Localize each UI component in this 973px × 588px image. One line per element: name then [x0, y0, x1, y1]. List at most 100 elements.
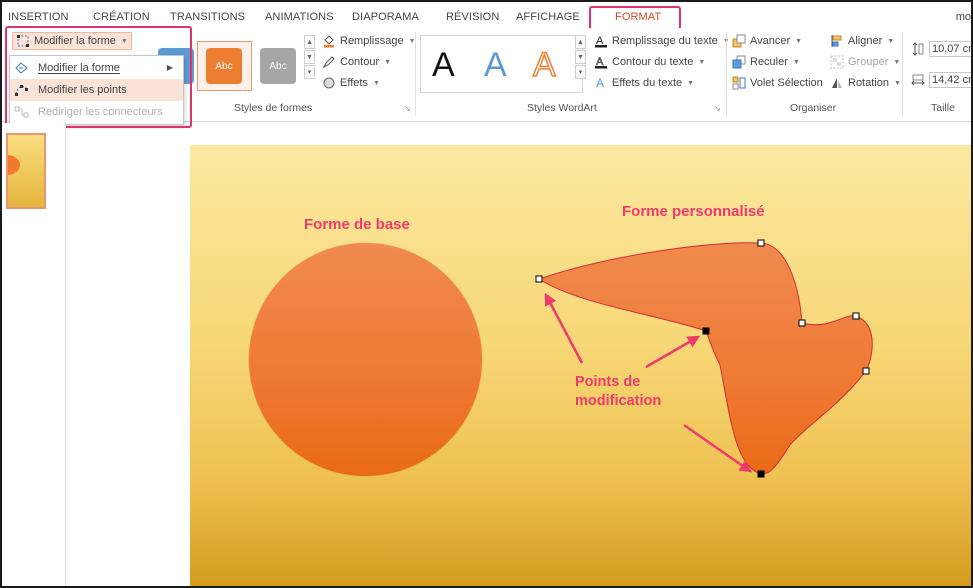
- thumbnail-shape: [8, 155, 20, 175]
- shape-style-gray[interactable]: Abc: [260, 48, 296, 84]
- gallery-more-icon[interactable]: ▾: [304, 65, 315, 79]
- rotate-button[interactable]: Rotation ▼: [830, 76, 901, 90]
- bring-forward-label: Avancer: [750, 35, 791, 47]
- bring-forward-icon: [732, 34, 746, 48]
- selection-pane-label: Volet Sélection: [750, 77, 823, 89]
- arrow-to-middle-point: [645, 335, 701, 369]
- shape-effects-button[interactable]: Effets ▼: [322, 76, 380, 90]
- send-backward-icon: [732, 55, 746, 69]
- tab-animations[interactable]: ANIMATIONS: [265, 11, 334, 23]
- chevron-down-icon: ▼: [887, 37, 895, 45]
- text-effects-label: Effets du texte: [612, 77, 683, 89]
- gallery-more-icon[interactable]: ▾: [575, 65, 586, 79]
- text-outline-label: Contour du texte: [612, 56, 694, 68]
- edit-point-handle[interactable]: [535, 275, 543, 283]
- edit-point-handle[interactable]: [862, 367, 870, 375]
- gallery-down-icon[interactable]: ▼: [304, 50, 315, 64]
- slide-thumbnail-pane: [2, 123, 66, 586]
- edit-points-annotation[interactable]: Points de modification: [575, 373, 661, 411]
- rotate-icon: [832, 78, 842, 88]
- edit-point-handle[interactable]: [702, 327, 710, 335]
- selection-pane-icon: [732, 76, 746, 90]
- group-separator: [902, 32, 903, 116]
- group-icon: [830, 55, 844, 69]
- height-field[interactable]: 10,07 cm: [911, 41, 971, 57]
- wordart-style-orange-outline[interactable]: A: [532, 45, 556, 85]
- selection-pane-button[interactable]: Volet Sélection: [732, 76, 823, 90]
- text-effects-button[interactable]: A Effets du texte ▼: [594, 76, 694, 90]
- height-icon: [912, 42, 924, 56]
- swatch-label: Abc: [215, 60, 233, 72]
- align-label: Aligner: [848, 35, 883, 47]
- gallery-down-icon[interactable]: ▼: [575, 50, 586, 64]
- format-tab-highlight: [589, 6, 681, 30]
- width-field[interactable]: 14,42 cm: [911, 72, 971, 88]
- tab-diaporama[interactable]: DIAPORAMA: [352, 11, 419, 23]
- edit-point-handle[interactable]: [757, 470, 765, 478]
- chevron-down-icon: ▼: [372, 79, 380, 87]
- text-fill-icon: A: [595, 35, 607, 48]
- group-separator: [726, 32, 727, 116]
- edit-point-handle[interactable]: [852, 312, 860, 320]
- group-label-shape-styles: Styles de formes: [234, 102, 313, 114]
- slide-thumbnail[interactable]: [6, 133, 46, 209]
- text-outline-button[interactable]: A Contour du texte ▼: [594, 55, 705, 69]
- edit-point-handle[interactable]: [757, 239, 765, 247]
- shape-fill-button[interactable]: Remplissage ▼: [322, 34, 416, 48]
- group-button[interactable]: Grouper ▼: [830, 55, 900, 69]
- text-effects-icon: A: [596, 76, 604, 90]
- align-icon: [831, 35, 842, 47]
- send-backward-label: Reculer: [750, 56, 788, 68]
- chevron-down-icon: ▼: [893, 79, 901, 87]
- send-backward-button[interactable]: Reculer ▼: [732, 55, 800, 69]
- shape-effects-icon: [323, 77, 335, 89]
- menu-highlight-box: [5, 26, 192, 128]
- height-value[interactable]: 10,07 cm: [929, 41, 971, 57]
- wordart-style-black[interactable]: A: [432, 46, 455, 85]
- group-label: Grouper: [848, 56, 889, 68]
- width-icon: [911, 74, 925, 86]
- chevron-down-icon: ▼: [792, 58, 800, 66]
- shape-fill-label: Remplissage: [340, 35, 404, 47]
- chevron-down-icon: ▼: [698, 58, 706, 66]
- pen-outline-icon: [322, 56, 335, 69]
- text-outline-icon: A: [595, 56, 607, 69]
- paint-bucket-icon: [324, 35, 334, 48]
- tab-creation[interactable]: CRÉATION: [93, 11, 150, 23]
- wordart-style-blue[interactable]: A: [484, 46, 507, 85]
- tab-revision[interactable]: RÉVISION: [446, 11, 499, 23]
- chevron-down-icon: ▼: [384, 58, 392, 66]
- group-label-wordart: Styles WordArt: [527, 102, 597, 114]
- chevron-down-icon: ▼: [795, 37, 803, 45]
- arrow-to-left-point: [544, 292, 584, 364]
- shape-style-orange[interactable]: Abc: [206, 48, 242, 84]
- dialog-launcher-icon[interactable]: ↘: [404, 104, 413, 113]
- tab-affichage[interactable]: AFFICHAGE: [516, 11, 580, 23]
- bring-forward-button[interactable]: Avancer ▼: [732, 34, 802, 48]
- user-name[interactable]: mo: [956, 11, 971, 23]
- shape-effects-label: Effets: [340, 77, 368, 89]
- chevron-down-icon: ▼: [687, 79, 695, 87]
- custom-shape-layer: [535, 239, 873, 478]
- width-value[interactable]: 14,42 cm: [929, 72, 971, 88]
- gallery-up-icon[interactable]: ▲: [575, 35, 586, 49]
- group-label-size: Taille: [931, 102, 955, 114]
- shape-outline-button[interactable]: Contour ▼: [322, 55, 391, 69]
- ribbon-tabs: INSERTION CRÉATION TRANSITIONS ANIMATION…: [2, 2, 971, 30]
- app-window: INSERTION CRÉATION TRANSITIONS ANIMATION…: [0, 0, 973, 588]
- edit-point-handle[interactable]: [798, 319, 806, 327]
- group-separator: [415, 32, 416, 116]
- text-fill-label: Remplissage du texte: [612, 35, 718, 47]
- wordart-gallery: A A A: [420, 35, 583, 93]
- tab-insertion[interactable]: INSERTION: [8, 11, 69, 23]
- swatch-label: Abc: [269, 60, 287, 72]
- gallery-up-icon[interactable]: ▲: [304, 35, 315, 49]
- chevron-down-icon: ▼: [893, 58, 901, 66]
- slide-canvas[interactable]: Forme de base Forme personnalisé Points …: [190, 145, 971, 586]
- svg-text:A: A: [596, 76, 604, 90]
- tab-transitions[interactable]: TRANSITIONS: [170, 11, 245, 23]
- align-button[interactable]: Aligner ▼: [830, 34, 894, 48]
- text-fill-button[interactable]: A Remplissage du texte▼: [594, 34, 730, 48]
- dialog-launcher-icon[interactable]: ↘: [714, 104, 723, 113]
- rotate-label: Rotation: [848, 77, 889, 89]
